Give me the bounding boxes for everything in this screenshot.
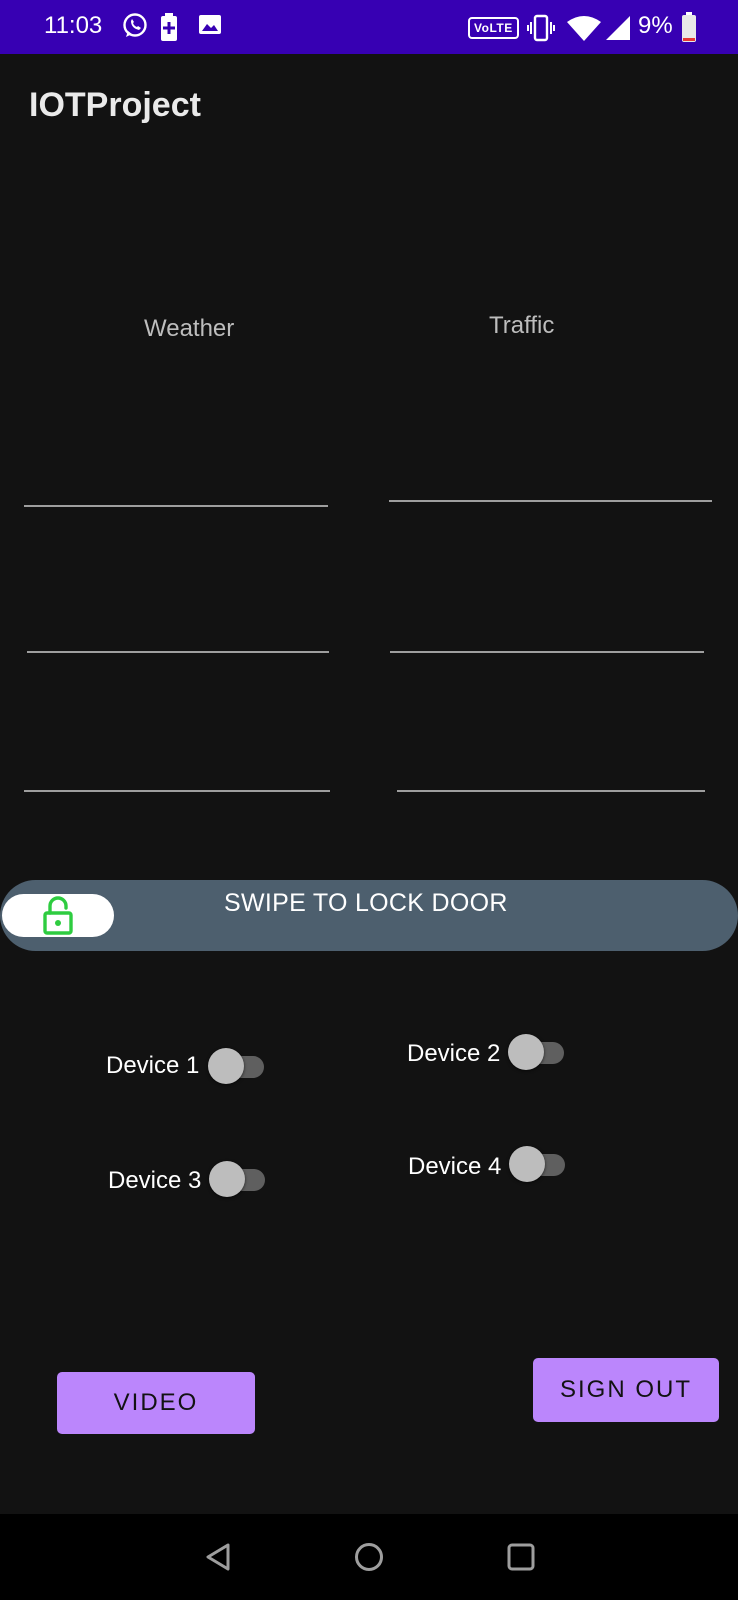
device-4-switch[interactable] — [509, 1146, 565, 1182]
unlock-icon — [43, 896, 73, 935]
battery-icon — [682, 12, 696, 42]
whatsapp-icon — [123, 13, 147, 37]
device-1-label: Device 1 — [106, 1052, 200, 1079]
recents-icon[interactable] — [507, 1543, 535, 1571]
traffic-field-3[interactable] — [397, 790, 705, 792]
traffic-field-1[interactable] — [389, 500, 712, 502]
status-bar: 11:03 VoLTE 9% — [0, 0, 738, 54]
app-title: IOTProject — [29, 86, 201, 124]
switch-thumb — [508, 1034, 544, 1070]
swipe-lock-label: SWIPE TO LOCK DOOR — [224, 889, 508, 917]
switch-thumb — [509, 1146, 545, 1182]
status-time: 11:03 — [44, 12, 103, 39]
signal-icon — [606, 16, 630, 40]
traffic-label: Traffic — [489, 312, 555, 339]
battery-percent: 9% — [638, 12, 673, 39]
vibrate-icon — [527, 14, 555, 42]
navigation-bar — [0, 1514, 738, 1600]
device-2-label: Device 2 — [407, 1040, 501, 1067]
home-icon[interactable] — [354, 1542, 384, 1572]
switch-thumb — [208, 1048, 244, 1084]
device-1-switch[interactable] — [208, 1048, 264, 1084]
volte-badge: VoLTE — [468, 17, 519, 39]
weather-field-3[interactable] — [24, 790, 330, 792]
sign-out-button[interactable]: SIGN OUT — [533, 1358, 719, 1422]
wifi-icon — [567, 16, 601, 41]
switch-thumb — [209, 1161, 245, 1197]
device-3-switch[interactable] — [209, 1161, 265, 1197]
battery-saver-icon — [161, 13, 177, 41]
gallery-icon — [199, 15, 221, 34]
back-icon[interactable] — [204, 1542, 232, 1572]
weather-field-2[interactable] — [27, 651, 329, 653]
traffic-field-2[interactable] — [390, 651, 704, 653]
weather-label: Weather — [144, 315, 235, 342]
device-2-switch[interactable] — [508, 1034, 564, 1070]
device-4-label: Device 4 — [408, 1153, 502, 1180]
video-button[interactable]: VIDEO — [57, 1372, 255, 1434]
weather-field-1[interactable] — [24, 505, 328, 507]
device-3-label: Device 3 — [108, 1167, 202, 1194]
